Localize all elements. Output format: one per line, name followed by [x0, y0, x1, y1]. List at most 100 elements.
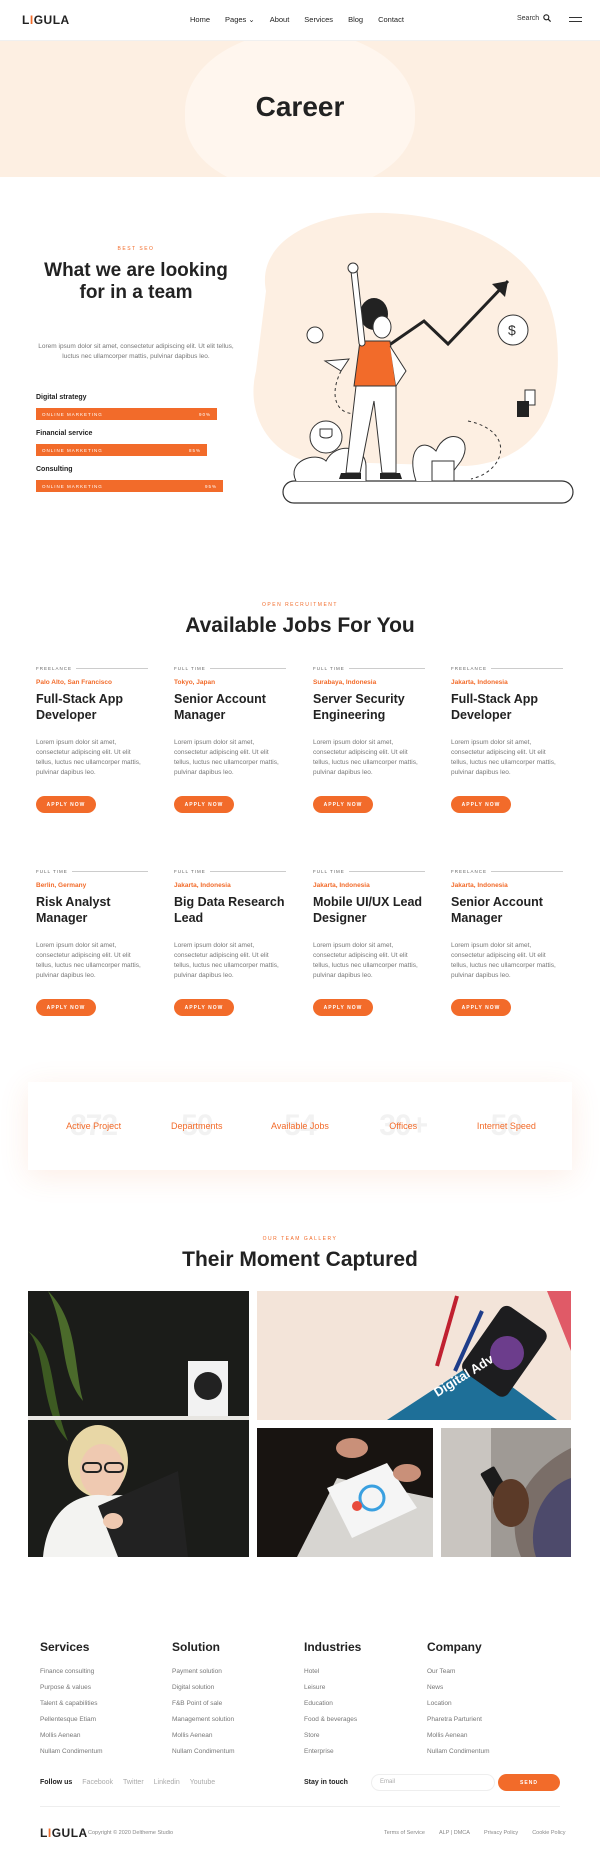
brand-logo[interactable]: LIGULA [22, 13, 70, 27]
job-location: Jakarta, Indonesia [313, 882, 370, 889]
nav-contact[interactable]: Contact [378, 15, 404, 24]
footer-column-industries: Industries Hotel Leisure Education Food … [304, 1640, 361, 1764]
job-type: FULL TIME [174, 869, 206, 874]
footer-link[interactable]: F&B Point of sale [172, 1700, 235, 1707]
menu-icon[interactable] [569, 17, 582, 25]
footer-link[interactable]: Nullam Condimentum [172, 1748, 235, 1755]
footer-link[interactable]: Mollis Aenean [40, 1732, 103, 1739]
job-description: Lorem ipsum dolor sit amet, consectetur … [451, 942, 556, 979]
apply-now-button[interactable]: APPLY NOW [174, 999, 234, 1016]
email-field[interactable]: Email [371, 1774, 495, 1791]
gallery-photo-laptop[interactable] [257, 1428, 433, 1557]
job-description: Lorem ipsum dolor sit amet, consectetur … [36, 739, 141, 776]
job-location: Jakarta, Indonesia [451, 679, 508, 686]
nav-pages[interactable]: Pages ⌄ [225, 15, 255, 24]
footer-logo[interactable]: LIGULA [40, 1826, 88, 1840]
legal-link[interactable]: Privacy Policy [484, 1830, 518, 1836]
job-description: Lorem ipsum dolor sit amet, consectetur … [451, 739, 556, 776]
footer-link[interactable]: Mollis Aenean [172, 1732, 235, 1739]
gallery-photo-woman[interactable] [28, 1291, 249, 1557]
skill-name: Financial service [36, 430, 93, 437]
job-title[interactable]: Senior Account Manager [174, 692, 286, 724]
nav-services[interactable]: Services [304, 15, 333, 24]
job-title[interactable]: Senior Account Manager [451, 895, 563, 927]
social-link-twitter[interactable]: Twitter [123, 1779, 144, 1786]
footer-link[interactable]: Digital solution [172, 1684, 235, 1691]
job-description: Lorem ipsum dolor sit amet, consectetur … [36, 942, 141, 979]
apply-now-button[interactable]: APPLY NOW [174, 796, 234, 813]
job-card: FREELANCE Jakarta, Indonesia Full-Stack … [451, 666, 563, 813]
footer-link[interactable]: Pharetra Parturient [427, 1716, 490, 1723]
footer-link[interactable]: Education [304, 1700, 361, 1707]
apply-now-button[interactable]: APPLY NOW [313, 796, 373, 813]
job-title[interactable]: Server Security Engineering [313, 692, 425, 724]
job-card: FREELANCE Palo Alto, San Francisco Full-… [36, 666, 148, 813]
social-link-youtube[interactable]: Youtube [190, 1779, 215, 1786]
skill-name: Digital strategy [36, 394, 87, 401]
footer-link[interactable]: Payment solution [172, 1668, 235, 1675]
nav-pages-label: Pages [225, 15, 247, 24]
job-title[interactable]: Full-Stack App Developer [451, 692, 563, 724]
search-icon [543, 14, 552, 22]
gallery-title: Their Moment Captured [182, 1248, 418, 1271]
skill-bar: ONLINE MARKETING 95% [36, 480, 223, 492]
newsletter-label: Stay in touch [304, 1779, 348, 1786]
footer-link[interactable]: Pellentesque Etiam [40, 1716, 103, 1723]
skill-bar-label: ONLINE MARKETING [42, 483, 103, 489]
send-button[interactable]: SEND [498, 1774, 560, 1791]
footer-link[interactable]: Nullam Condimentum [427, 1748, 490, 1755]
legal-link[interactable]: Terms of Service [384, 1830, 425, 1836]
nav-about[interactable]: About [270, 15, 290, 24]
footer-link[interactable]: Management solution [172, 1716, 235, 1723]
job-title[interactable]: Risk Analyst Manager [36, 895, 148, 927]
job-location: Palo Alto, San Francisco [36, 679, 112, 686]
footer-link[interactable]: Store [304, 1732, 361, 1739]
stat-item: 30+ Offices [363, 1106, 443, 1146]
skill-name: Consulting [36, 466, 73, 473]
footer-link[interactable]: Nullam Condimentum [40, 1748, 103, 1755]
social-link-linkedin[interactable]: Linkedin [154, 1779, 180, 1786]
footer-link[interactable]: Enterprise [304, 1748, 361, 1755]
job-title[interactable]: Big Data Research Lead [174, 895, 286, 927]
apply-now-button[interactable]: APPLY NOW [451, 796, 511, 813]
footer-link[interactable]: Mollis Aenean [427, 1732, 490, 1739]
page-title: Career [255, 91, 345, 122]
chevron-down-icon: ⌄ [248, 15, 255, 24]
footer-link[interactable]: Purpose & values [40, 1684, 103, 1691]
gallery-photo-phone[interactable] [441, 1428, 571, 1557]
footer-link[interactable]: Finance consulting [40, 1668, 103, 1675]
footer-link[interactable]: Hotel [304, 1668, 361, 1675]
apply-now-button[interactable]: APPLY NOW [451, 999, 511, 1016]
footer-link[interactable]: Our Team [427, 1668, 490, 1675]
jobs-title: Available Jobs For You [185, 614, 415, 637]
gallery-photo-desk[interactable]: Digital Adv [257, 1291, 571, 1420]
job-type: FREELANCE [451, 869, 488, 874]
footer-link[interactable]: Leisure [304, 1684, 361, 1691]
intro-title: What we are looking for in a team [44, 260, 228, 303]
footer-link[interactable]: Food & beverages [304, 1716, 361, 1723]
social-link-facebook[interactable]: Facebook [82, 1779, 113, 1786]
stat-label: Departments [171, 1121, 223, 1131]
footer-link[interactable]: Location [427, 1700, 490, 1707]
stat-label: Active Project [66, 1121, 122, 1131]
job-title[interactable]: Mobile UI/UX Lead Designer [313, 895, 425, 927]
job-card: FULL TIME Berlin, Germany Risk Analyst M… [36, 869, 148, 1016]
apply-now-button[interactable]: APPLY NOW [313, 999, 373, 1016]
footer-link[interactable]: Talent & capabilities [40, 1700, 103, 1707]
legal-link[interactable]: Cookie Policy [532, 1830, 565, 1836]
legal-link[interactable]: ALP | DMCA [439, 1830, 470, 1836]
job-description: Lorem ipsum dolor sit amet, consectetur … [174, 739, 279, 776]
phone-hand-image [441, 1428, 571, 1557]
page-hero: Career [0, 41, 600, 177]
stat-item: 872 Active Project [54, 1106, 134, 1146]
search-button[interactable]: Search [517, 14, 552, 22]
footer-column-title: Services [40, 1640, 90, 1654]
apply-now-button[interactable]: APPLY NOW [36, 796, 96, 813]
nav-home[interactable]: Home [190, 15, 210, 24]
apply-now-button[interactable]: APPLY NOW [36, 999, 96, 1016]
nav-blog[interactable]: Blog [348, 15, 363, 24]
skill-bar-percent: 90% [198, 411, 211, 417]
job-title[interactable]: Full-Stack App Developer [36, 692, 148, 724]
skill-bar: ONLINE MARKETING 85% [36, 444, 207, 456]
footer-link[interactable]: News [427, 1684, 490, 1691]
